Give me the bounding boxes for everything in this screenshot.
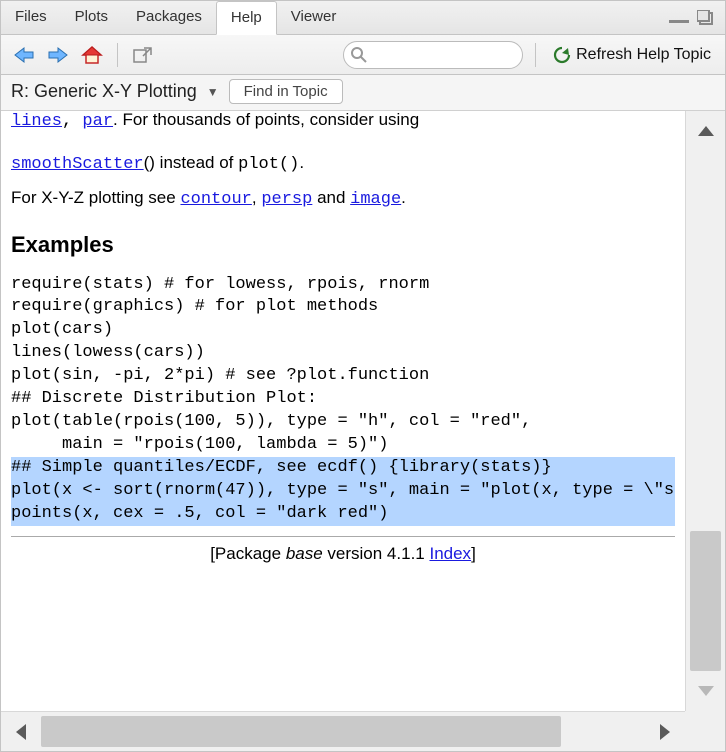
find-in-topic-button[interactable]: Find in Topic: [229, 79, 343, 104]
scroll-left-icon[interactable]: [1, 712, 41, 751]
example-code-3: ## Discrete Distribution Plot: plot(tabl…: [11, 388, 675, 457]
smoothscatter-line: smoothScatter() instead of plot().: [11, 152, 675, 177]
link-par[interactable]: par: [82, 112, 113, 131]
examples-heading: Examples: [11, 230, 675, 260]
popout-button[interactable]: [130, 42, 156, 68]
window-controls: [669, 1, 725, 34]
tabbar: Files Plots Packages Help Viewer: [1, 1, 725, 35]
example-code-1: require(stats) # for lowess, rpois, rnor…: [11, 274, 675, 366]
home-button[interactable]: [79, 42, 105, 68]
hscroll-track[interactable]: [41, 712, 645, 751]
footer-divider: [11, 536, 675, 537]
refresh-button[interactable]: Refresh Help Topic: [548, 43, 715, 67]
search-input[interactable]: [372, 42, 522, 68]
breadcrumb: R: Generic X-Y Plotting ▼ Find in Topic: [1, 75, 725, 111]
maximize-icon[interactable]: [697, 10, 715, 26]
link-lines[interactable]: lines: [11, 112, 62, 131]
tab-files[interactable]: Files: [1, 1, 61, 34]
truncated-line: lines, par. For thousands of points, con…: [11, 111, 675, 134]
tab-viewer[interactable]: Viewer: [277, 1, 351, 34]
xyz-line: For X-Y-Z plotting see contour, persp an…: [11, 187, 675, 212]
back-button[interactable]: [11, 42, 37, 68]
scroll-right-icon[interactable]: [645, 712, 685, 751]
horizontal-scrollbar[interactable]: [1, 711, 685, 751]
refresh-icon: [552, 45, 572, 65]
link-smoothscatter[interactable]: smoothScatter: [11, 155, 144, 174]
breadcrumb-dropdown-icon[interactable]: ▼: [207, 85, 219, 99]
help-pane: Files Plots Packages Help Viewer: [0, 0, 726, 752]
tab-plots[interactable]: Plots: [61, 1, 122, 34]
example-code-4-selected[interactable]: ## Simple quantiles/ECDF, see ecdf() {li…: [11, 457, 675, 526]
forward-button[interactable]: [45, 42, 71, 68]
tab-packages[interactable]: Packages: [122, 1, 216, 34]
vscroll-thumb[interactable]: [690, 531, 721, 671]
link-contour[interactable]: contour: [180, 190, 251, 209]
help-content: lines, par. For thousands of points, con…: [1, 111, 685, 711]
link-index[interactable]: Index: [429, 544, 471, 563]
scroll-down-icon[interactable]: [686, 671, 725, 711]
search-box[interactable]: [343, 41, 523, 69]
page-title: R: Generic X-Y Plotting: [11, 81, 197, 102]
link-persp[interactable]: persp: [261, 190, 312, 209]
link-image[interactable]: image: [350, 190, 401, 209]
package-footer: [Package base version 4.1.1 Index]: [11, 543, 675, 566]
minimize-icon[interactable]: [669, 12, 689, 24]
tab-help[interactable]: Help: [216, 1, 277, 35]
refresh-label: Refresh Help Topic: [576, 46, 711, 64]
vscroll-track[interactable]: [686, 151, 725, 671]
toolbar: Refresh Help Topic: [1, 35, 725, 75]
hscroll-thumb[interactable]: [41, 716, 561, 747]
scrollbar-corner: [685, 711, 725, 751]
scroll-up-icon[interactable]: [686, 111, 725, 151]
example-code-2: plot(sin, -pi, 2*pi) # see ?plot.functio…: [11, 365, 675, 388]
search-icon: [350, 46, 368, 67]
vertical-scrollbar[interactable]: [685, 111, 725, 711]
